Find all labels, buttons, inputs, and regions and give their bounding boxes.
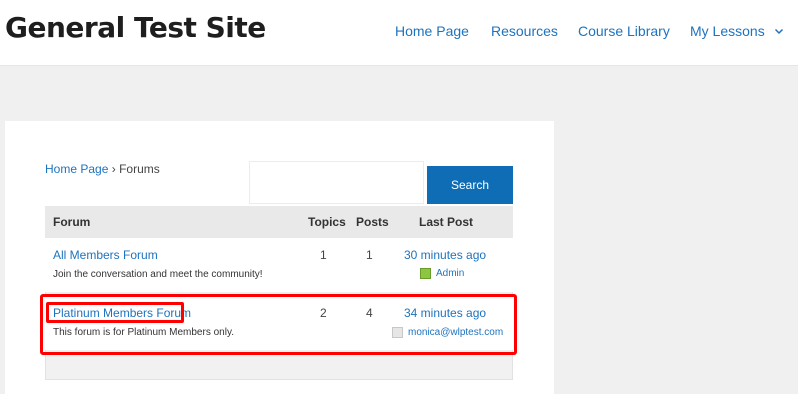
forum-description: Join the conversation and meet the commu… <box>53 269 263 280</box>
author-name: Admin <box>436 268 465 279</box>
forum-title-link[interactable]: All Members Forum <box>53 248 158 262</box>
search-button[interactable]: Search <box>427 166 513 204</box>
topics-count: 1 <box>320 248 327 262</box>
header-topics: Topics <box>308 215 346 229</box>
highlight-box-title <box>46 302 184 323</box>
site-title[interactable]: General Test Site <box>5 11 266 44</box>
chevron-down-icon <box>774 28 783 35</box>
nav-my-lessons[interactable]: My Lessons <box>690 22 784 40</box>
posts-count: 1 <box>366 248 373 262</box>
breadcrumb: Home Page › Forums <box>45 162 160 176</box>
breadcrumb-separator: › <box>111 162 116 176</box>
header-last-post: Last Post <box>419 215 474 229</box>
table-row <box>45 238 513 292</box>
nav-label: Home Page <box>395 23 469 39</box>
nav-label: Course Library <box>578 23 670 39</box>
avatar <box>420 268 431 279</box>
search-input[interactable] <box>249 161 424 204</box>
last-post-link[interactable]: 30 minutes ago <box>404 248 486 262</box>
nav-course-library[interactable]: Course Library <box>578 22 670 40</box>
last-post-author[interactable]: Admin <box>420 268 464 279</box>
header-forum: Forum <box>53 215 91 229</box>
nav-label: My Lessons <box>690 23 765 39</box>
nav-home-page[interactable]: Home Page <box>395 22 469 40</box>
nav-resources[interactable]: Resources <box>491 22 558 40</box>
breadcrumb-current: Forums <box>119 162 160 176</box>
nav-label: Resources <box>491 23 558 39</box>
breadcrumb-home-link[interactable]: Home Page <box>45 162 108 176</box>
header-posts: Posts <box>356 215 389 229</box>
